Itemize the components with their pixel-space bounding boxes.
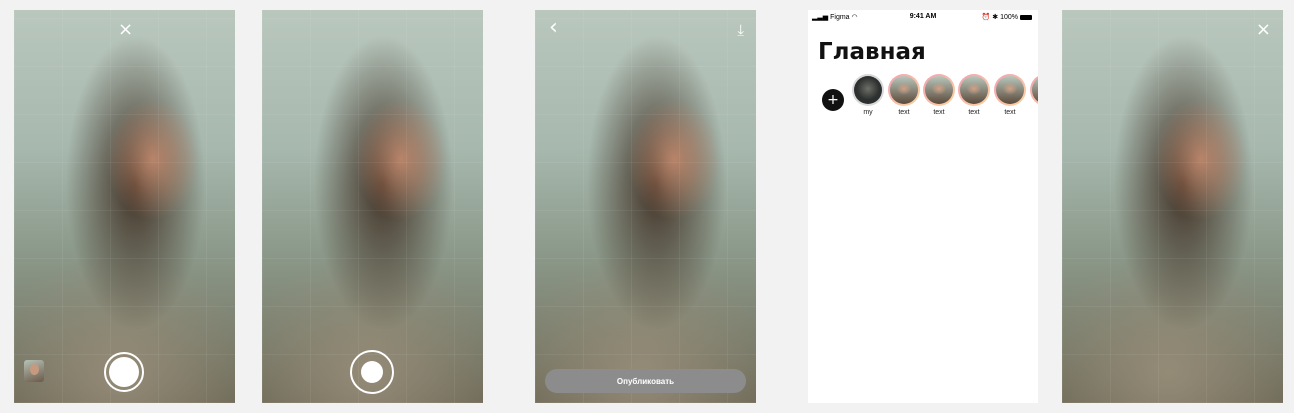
avatar [890,76,918,104]
preview-screen: ‹ ⤓ Опубликовать [535,10,756,403]
battery-icon [1020,14,1032,20]
feed-screen: ▂▃▅ Figma ◠ 9:41 AM ⏰ ✱ 100% Главная + m… [808,10,1038,403]
story-item[interactable]: text [956,74,992,116]
avatar [854,76,882,104]
record-button[interactable] [350,350,394,394]
story-my[interactable]: my [850,74,886,116]
download-icon[interactable]: ⤓ [737,22,744,38]
close-icon[interactable]: × [118,21,133,39]
story-label: text [968,109,980,116]
story-ring [852,74,884,106]
story-item[interactable]: text [992,74,1028,116]
publish-button[interactable]: Опубликовать [545,369,746,393]
stories-row: my text text text text [850,74,1038,134]
status-bar: ▂▃▅ Figma ◠ 9:41 AM ⏰ ✱ 100% [808,10,1038,24]
gallery-thumbnail[interactable] [24,360,44,382]
story-ring [888,74,920,106]
camera-screen-1: × [14,10,235,403]
story-viewer-screen: × [1062,10,1283,403]
avatar [925,76,953,104]
story-ring [1030,74,1038,106]
avatar [996,76,1024,104]
back-icon[interactable]: ‹ [549,17,558,39]
story-label: text [898,109,910,116]
story-item-partial[interactable] [1028,74,1038,106]
story-item[interactable]: text [921,74,957,116]
avatar [1032,76,1038,104]
camera-screen-2 [262,10,483,403]
avatar [960,76,988,104]
story-ring [923,74,955,106]
shutter-button[interactable] [104,352,144,392]
close-icon[interactable]: × [1256,21,1271,39]
battery-indicator: ⏰ ✱ 100% [982,13,1032,21]
page-title: Главная [818,39,926,65]
add-story-button[interactable]: + [822,89,844,111]
story-label: text [1004,109,1016,116]
story-label: text [933,109,945,116]
story-item[interactable]: text [886,74,922,116]
record-inner [361,361,383,383]
story-ring [958,74,990,106]
shutter-inner [109,357,139,387]
story-label: my [863,109,873,116]
story-ring [994,74,1026,106]
